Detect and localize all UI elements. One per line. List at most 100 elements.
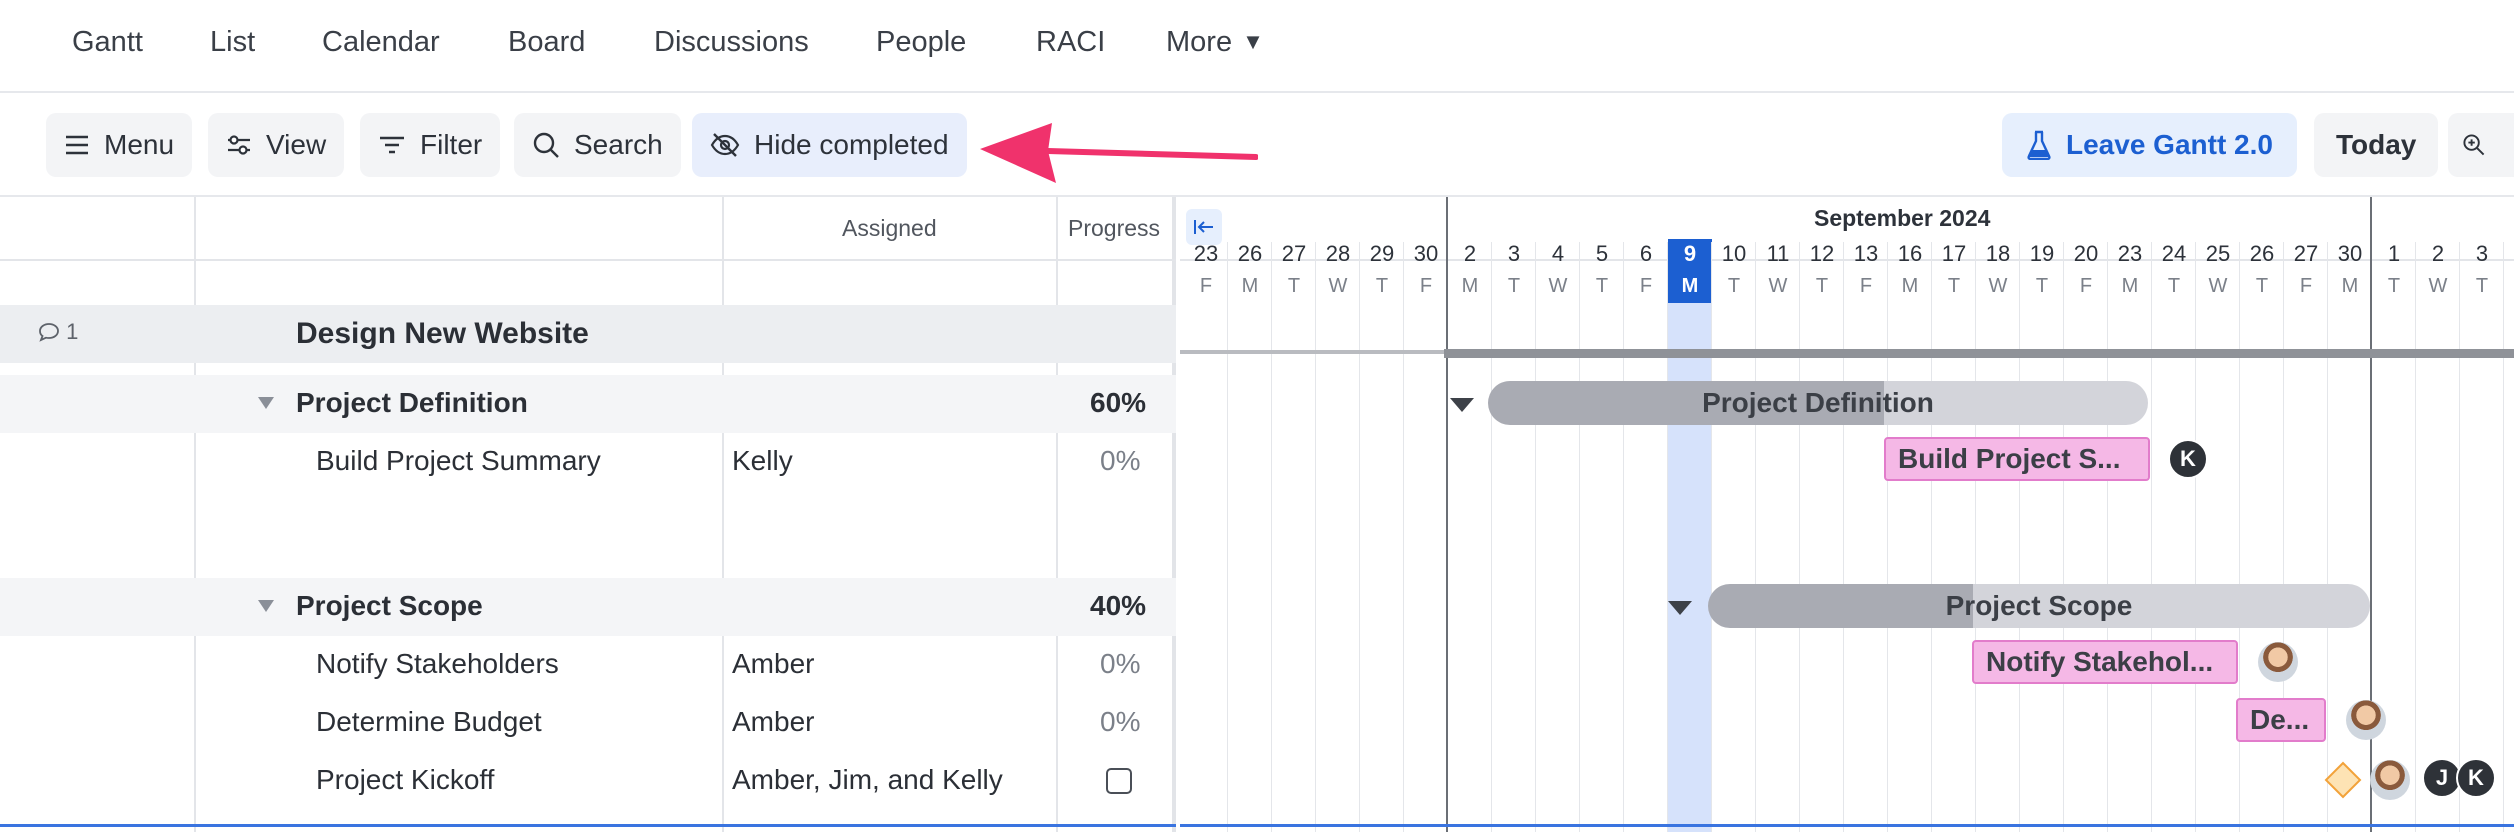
day-number: 26 [2249,241,2275,266]
zoom-in-button[interactable] [2448,113,2514,177]
day-letter: T [1287,275,1301,297]
search-icon [533,132,559,158]
sliders-icon [228,135,250,155]
column-header-assigned[interactable]: Assigned [842,215,937,242]
task-bar-determine-budget[interactable]: De... [2236,698,2326,742]
column-header-progress[interactable]: Progress [1068,215,1160,242]
day-number: 13 [1853,241,1879,266]
today-button[interactable]: Today [2314,113,2439,177]
row-name[interactable]: Project Definition [296,387,528,419]
summary-bar-project-definition[interactable]: Project Definition [1488,381,2148,425]
row-name[interactable]: Notify Stakeholders [316,648,559,680]
table-row[interactable]: Determine Budget Amber 0% [0,694,1176,752]
collapse-triangle-icon[interactable] [258,397,274,409]
tab-list[interactable]: List [210,26,255,59]
day-number: 3 [1507,241,1521,266]
row-name[interactable]: Determine Budget [316,706,542,738]
tab-people[interactable]: People [876,26,966,59]
day-letter: F [1419,275,1433,297]
row-progress: 40% [1090,590,1147,621]
task-bar-build-project-summary[interactable]: Build Project S... [1884,437,2150,481]
row-name[interactable]: Build Project Summary [316,445,601,477]
comment-count[interactable]: 1 [38,319,78,345]
menu-button[interactable]: Menu [46,113,193,177]
tab-board[interactable]: Board [508,26,585,59]
day-letter: T [2475,275,2489,297]
day-letter: F [1199,275,1213,297]
row-assigned[interactable]: Kelly [732,445,793,477]
day-gridline [1711,242,1712,832]
search-button[interactable]: Search [514,113,681,177]
avatar[interactable] [2370,760,2410,800]
day-letter: W [1328,275,1348,297]
day-gridline [2459,242,2460,832]
day-number: 20 [2073,241,2099,266]
tab-more[interactable]: More ▼ [1166,26,1264,59]
day-gridline [1887,242,1888,832]
day-gridline [2063,242,2064,832]
day-letter: T [2387,275,2401,297]
day-gridline [2415,242,2416,832]
project-span-bar[interactable] [1444,349,2514,358]
day-letter: T [2255,275,2269,297]
row-assigned[interactable]: Amber, Jim, and Kelly [732,764,1003,796]
day-gridline [2151,242,2152,832]
collapse-panel-button[interactable] [1186,209,1222,245]
complete-checkbox[interactable] [1106,768,1132,794]
day-letter: W [2208,275,2228,297]
tab-discussions[interactable]: Discussions [654,26,809,59]
row-assigned[interactable]: Amber [732,648,814,680]
day-gridline [2195,242,2196,832]
day-letter: F [2079,275,2093,297]
day-letter: W [1988,275,2008,297]
table-row[interactable]: Project Kickoff Amber, Jim, and Kelly [0,752,1176,810]
gantt-chart: 23 F 26 M 27 T 28 W 29 T 30 F 2 M 3 T 4 W 5 T 6 F 9 M 10 T 11 W 12 T 1… [1180,197,2514,832]
table-row[interactable]: Notify Stakeholders Amber 0% [0,636,1176,694]
day-letter: T [1815,275,1829,297]
leave-gantt-button[interactable]: Leave Gantt 2.0 [2002,113,2297,177]
row-name[interactable]: Design New Website [296,317,589,351]
task-bar-notify-stakeholders[interactable]: Notify Stakehol... [1972,640,2238,684]
day-number: 2 [2431,241,2445,266]
day-gridline [2239,242,2240,832]
day-number: 30 [1413,241,1439,266]
row-assigned[interactable]: Amber [732,706,814,738]
collapse-triangle-icon[interactable] [258,600,274,612]
milestone-diamond[interactable] [2324,761,2362,799]
collapse-triangle-icon[interactable] [1450,398,1474,412]
filter-label: Filter [420,129,483,160]
day-number: 19 [2029,241,2055,266]
day-number: 6 [1639,241,1653,266]
day-number: 17 [1941,241,1967,266]
avatar[interactable]: K [2168,439,2208,479]
avatar[interactable]: K [2456,758,2496,798]
tab-raci[interactable]: RACI [1036,26,1105,59]
day-gridline [2019,242,2020,832]
summary-bar-project-scope[interactable]: Project Scope [1708,584,2370,628]
selection-line [0,824,1176,827]
avatar[interactable] [2258,642,2298,682]
row-name[interactable]: Project Kickoff [316,764,494,796]
collapse-triangle-icon[interactable] [1668,601,1692,615]
day-number: 25 [2205,241,2231,266]
day-number: 24 [2161,241,2187,266]
task-grid: Assigned Progress 1 Design New Website P… [0,197,1176,832]
table-row[interactable]: Project Definition 60% [0,375,1176,433]
tab-calendar[interactable]: Calendar [322,26,440,59]
day-number: 27 [1281,241,1307,266]
view-button[interactable]: View [208,113,345,177]
table-row[interactable]: Project Scope 40% [0,578,1176,636]
hide-completed-button[interactable]: Hide completed [692,113,967,177]
avatar[interactable] [2346,700,2386,740]
day-gridline [1579,242,1580,832]
row-name[interactable]: Project Scope [296,590,483,622]
filter-button[interactable]: Filter [360,113,501,177]
day-letter: M [1241,275,1259,297]
table-row[interactable]: Build Project Summary Kelly 0% [0,433,1176,491]
day-number: 2 [1463,241,1477,266]
day-letter: F [1859,275,1873,297]
table-row[interactable]: 1 Design New Website [0,305,1176,363]
day-gridline [1359,242,1360,832]
day-letter: T [1727,275,1741,297]
tab-gantt[interactable]: Gantt [72,26,143,59]
